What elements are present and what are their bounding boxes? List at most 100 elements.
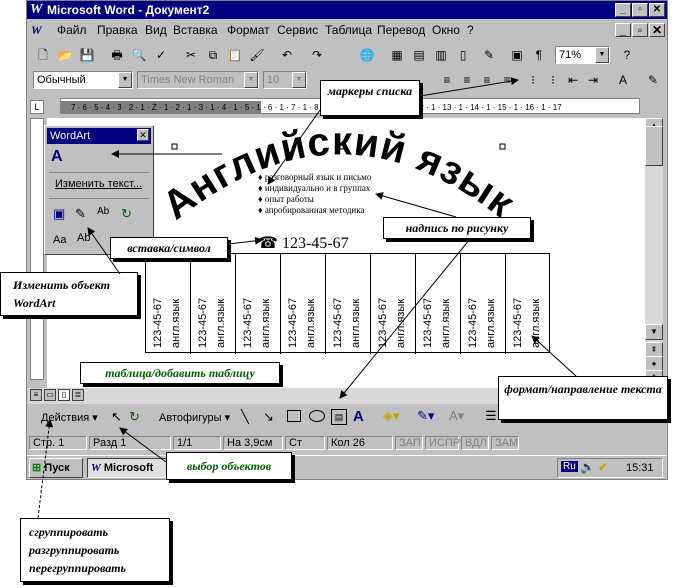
status-trk[interactable]: ИСПР bbox=[425, 436, 460, 450]
table-cell[interactable]: 123-45-67 англ.язык bbox=[281, 254, 326, 354]
preview-icon[interactable]: 🔍 bbox=[129, 45, 149, 65]
doc-close-button[interactable]: ✕ bbox=[649, 23, 665, 37]
decrease-indent-icon[interactable]: ⇤ bbox=[563, 70, 583, 90]
new-icon[interactable]: 🗋 bbox=[33, 45, 53, 65]
menu-window[interactable]: Окно bbox=[432, 23, 460, 37]
close-button[interactable]: ✕ bbox=[649, 3, 665, 17]
wordart-toolbar-title[interactable]: WordArt ✕ bbox=[47, 128, 151, 144]
zoom-select[interactable]: 71% ▼ bbox=[555, 46, 610, 64]
table-cell[interactable]: 123-45-67 англ.язык bbox=[461, 254, 506, 354]
menu-format[interactable]: Формат bbox=[227, 23, 270, 37]
bullet-list[interactable]: ♦ разговорный язык и письмо ♦ индивидуал… bbox=[258, 172, 408, 222]
text-box-icon[interactable]: ▤ bbox=[331, 409, 347, 425]
menu-tools[interactable]: Сервис bbox=[277, 23, 318, 37]
line-icon[interactable]: ╲ bbox=[241, 409, 249, 425]
spell-icon[interactable]: ✓ bbox=[151, 45, 171, 65]
rectangle-icon[interactable] bbox=[287, 410, 301, 422]
actions-menu[interactable]: Действия ▾ bbox=[41, 411, 98, 424]
save-icon[interactable]: 💾 bbox=[77, 45, 97, 65]
autoshapes-menu[interactable]: Автофигуры ▾ bbox=[159, 411, 230, 424]
free-rotate-icon[interactable]: ↻ bbox=[129, 409, 140, 425]
format-wordart-icon[interactable]: ▣ bbox=[53, 206, 65, 222]
doc-minimize-button[interactable]: _ bbox=[615, 23, 631, 37]
minimize-button[interactable]: _ bbox=[615, 3, 631, 17]
scroll-down-button[interactable]: ▼ bbox=[645, 324, 663, 340]
justify-icon[interactable]: ≡ bbox=[497, 70, 517, 90]
vertical-text-icon[interactable]: Ab bbox=[77, 232, 90, 244]
doc-map-icon[interactable]: ▣ bbox=[507, 45, 527, 65]
hyperlink-icon[interactable]: 🌐 bbox=[357, 45, 377, 65]
menu-edit[interactable]: Правка bbox=[97, 23, 138, 37]
highlight-icon[interactable]: ✎ bbox=[643, 70, 663, 90]
vertical-scrollbar[interactable]: ▲ ▼ ⇞ ● ⇟ bbox=[645, 118, 663, 388]
columns-icon[interactable]: ▯ bbox=[453, 45, 473, 65]
open-icon[interactable]: 📂 bbox=[55, 45, 75, 65]
same-height-icon[interactable]: Aa bbox=[53, 234, 66, 246]
table-cell[interactable]: 123-45-67 англ.язык bbox=[191, 254, 236, 354]
table-cell[interactable]: 123-45-67 англ.язык bbox=[236, 254, 281, 354]
tray-app-icon[interactable]: ✔ bbox=[598, 460, 608, 474]
menu-insert[interactable]: Вставка bbox=[173, 23, 218, 37]
edit-text-button[interactable]: Изменить текст... bbox=[55, 178, 142, 190]
insert-excel-icon[interactable]: ▥ bbox=[431, 45, 451, 65]
oval-icon[interactable] bbox=[309, 410, 325, 422]
font-color-icon[interactable]: A▾ bbox=[449, 408, 464, 424]
wordart-shape-icon[interactable]: Ab bbox=[97, 206, 109, 217]
menu-table[interactable]: Таблица bbox=[325, 23, 372, 37]
print-icon[interactable]: 🖶 bbox=[107, 45, 127, 65]
line-color-icon[interactable]: ✎▾ bbox=[417, 408, 434, 424]
start-button[interactable]: ⊞ Пуск bbox=[29, 458, 83, 478]
status-ovr[interactable]: ЗАМ bbox=[491, 436, 519, 450]
close-icon[interactable]: ✕ bbox=[137, 129, 149, 141]
insert-table-icon[interactable]: ▤ bbox=[409, 45, 429, 65]
status-ext[interactable]: ВДЛ bbox=[461, 436, 489, 450]
table-cell[interactable]: 123-45-67 англ.язык bbox=[416, 254, 461, 354]
scroll-thumb[interactable] bbox=[645, 126, 663, 166]
align-right-icon[interactable]: ≡ bbox=[477, 70, 497, 90]
table-cell[interactable]: 123-45-67 англ.язык bbox=[146, 254, 191, 354]
table-cell[interactable]: 123-45-67 англ.язык bbox=[371, 254, 416, 354]
menu-file[interactable]: Файл bbox=[57, 23, 87, 37]
normal-view-icon[interactable]: ≡ bbox=[30, 389, 42, 401]
menu-translate[interactable]: Перевод bbox=[377, 23, 425, 37]
numbering-icon[interactable]: ⁝ bbox=[523, 70, 543, 90]
lang-indicator[interactable]: Ru bbox=[561, 461, 578, 472]
format-painter-icon[interactable]: 🖌 bbox=[247, 45, 267, 65]
fill-color-icon[interactable]: ◈▾ bbox=[383, 408, 400, 424]
doc-restore-button[interactable]: ▫ bbox=[632, 23, 648, 37]
text-direction-table[interactable]: 123-45-67 англ.язык 123-45-67 англ.язык 123-… bbox=[145, 253, 550, 354]
cut-icon[interactable]: ✂ bbox=[181, 45, 201, 65]
page-view-icon[interactable]: ▯ bbox=[58, 389, 70, 401]
drawing-icon[interactable]: ✎ bbox=[479, 45, 499, 65]
line-style-icon[interactable]: ☰ bbox=[485, 408, 497, 424]
arrow-icon[interactable]: ↘ bbox=[263, 409, 274, 425]
vertical-ruler[interactable] bbox=[30, 118, 44, 380]
insert-wordart-icon[interactable]: A bbox=[51, 148, 63, 166]
bullets-icon[interactable]: ⁝ bbox=[543, 70, 563, 90]
font-color-icon[interactable]: A bbox=[613, 70, 633, 90]
title-bar[interactable]: W Microsoft Word - Документ2 _ ▫ ✕ bbox=[27, 1, 667, 19]
size-select[interactable]: 10 ▼ bbox=[263, 71, 307, 89]
wordart-gallery-icon[interactable]: ✎ bbox=[75, 206, 86, 222]
redo-icon[interactable]: ↷ bbox=[307, 45, 327, 65]
maximize-button[interactable]: ▫ bbox=[632, 3, 648, 17]
tab-stop-selector[interactable]: L bbox=[30, 100, 44, 114]
menu-help[interactable]: ? bbox=[467, 23, 474, 37]
undo-icon[interactable]: ↶ bbox=[277, 45, 297, 65]
status-rec[interactable]: ЗАП bbox=[395, 436, 423, 450]
outline-view-icon[interactable]: ≣ bbox=[72, 389, 84, 401]
align-left-icon[interactable]: ≡ bbox=[437, 70, 457, 90]
menu-view[interactable]: Вид bbox=[145, 23, 167, 37]
tables-borders-icon[interactable]: ▦ bbox=[387, 45, 407, 65]
wordart-icon[interactable]: A bbox=[353, 408, 364, 425]
increase-indent-icon[interactable]: ⇥ bbox=[583, 70, 603, 90]
select-objects-icon[interactable]: ↖ bbox=[111, 409, 122, 425]
style-select[interactable]: Обычный ▼ bbox=[33, 71, 133, 89]
office-assistant-icon[interactable]: ? bbox=[617, 45, 637, 65]
show-hide-icon[interactable]: ¶ bbox=[529, 45, 549, 65]
web-view-icon[interactable]: ▭ bbox=[44, 389, 56, 401]
copy-icon[interactable]: ⧉ bbox=[203, 45, 223, 65]
table-cell[interactable]: 123-45-67 англ.язык bbox=[326, 254, 371, 354]
font-select[interactable]: Times New Roman ▼ bbox=[137, 71, 259, 89]
align-center-icon[interactable]: ≡ bbox=[457, 70, 477, 90]
